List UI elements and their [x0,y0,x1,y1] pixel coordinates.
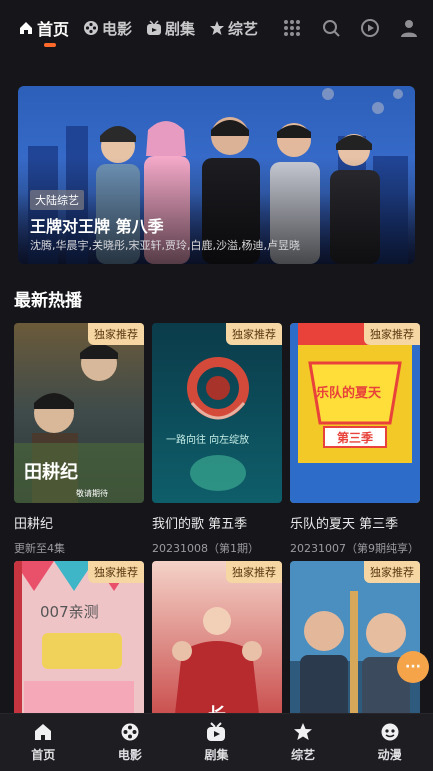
poster-title-text: 一路向往 向左绽放 [166,433,249,446]
exclusive-badge: 独家推荐 [364,323,420,345]
search-icon[interactable] [321,18,341,38]
home-icon [35,724,52,740]
tab-home-label: 首页 [37,20,70,39]
bottom-nav-label: 首页 [31,748,56,762]
banner-category-tag: 大陆综艺 [30,190,84,210]
tv-icon [147,20,162,35]
bottom-nav-label: 动漫 [377,748,402,762]
more-floating-button[interactable]: ··· [397,651,429,683]
tab-series[interactable]: 剧集 [146,0,195,56]
poster-image: 一路向往 向左绽放 独家推荐 [152,323,282,503]
exclusive-badge: 独家推荐 [88,323,144,345]
poster-title-text: 乐队的夏天 [316,385,382,401]
tab-movies[interactable]: 电影 [83,0,132,56]
content-card[interactable]: 田耕纪 敬请期待 独家推荐 田耕纪 更新至4集 [14,323,144,556]
banner-subtitle: 沈腾,华晨宇,关晓彤,宋亚轩,贾玲,白鹿,沙溢,杨迪,卢昱晓 [30,239,300,252]
tab-variety-label: 综艺 [228,19,259,38]
content-card[interactable]: 一路向往 向左绽放 独家推荐 我们的歌 第五季 20231008（第1期） [152,323,282,556]
poster-caption-text: 敬请期待 [76,488,108,498]
card-title: 乐队的夏天 第三季 [290,517,399,532]
bottom-navigation: 首页 电影 剧集 综艺 动漫 [0,713,433,771]
grid-menu-icon[interactable] [282,18,302,38]
card-title: 我们的歌 第五季 [152,517,248,532]
bottom-nav-anime[interactable]: 动漫 [355,714,425,771]
star-icon [210,21,225,35]
poster-image: 田耕纪 敬请期待 独家推荐 [14,323,144,503]
bottom-nav-label: 综艺 [291,748,316,762]
poster-title-text: 007亲测 [40,603,99,621]
card-subtitle: 更新至4集 [14,542,65,555]
top-icon-group [263,0,419,56]
film-reel-icon [84,21,99,35]
user-icon[interactable] [399,18,419,38]
hero-banner[interactable]: 大陆综艺 王牌对王牌 第八季 沈腾,华晨宇,关晓彤,宋亚轩,贾玲,白鹿,沙溢,杨… [18,86,415,264]
exclusive-badge: 独家推荐 [226,323,282,345]
bottom-nav-variety[interactable]: 综艺 [268,714,338,771]
poster-image: 乐队的夏天 第三季 独家推荐 [290,323,420,503]
bottom-nav-series[interactable]: 剧集 [181,714,251,771]
content-card[interactable]: 乐队的夏天 第三季 独家推荐 乐队的夏天 第三季 20231007（第9期纯享） [290,323,420,556]
anime-face-icon [381,723,399,741]
poster-title-text: 田耕纪 [24,461,78,483]
poster-caption-text: 第三季 [337,430,374,445]
film-reel-icon [121,723,139,741]
bottom-nav-movies[interactable]: 电影 [95,714,165,771]
banner-title: 王牌对王牌 第八季 [30,217,164,236]
tv-icon [207,722,226,741]
bottom-nav-label: 剧集 [204,748,229,762]
card-title: 田耕纪 [14,517,54,532]
tab-home[interactable]: 首页 [18,0,69,56]
star-icon [294,723,313,740]
exclusive-badge: 独家推荐 [364,561,420,583]
card-subtitle: 20231007（第9期纯享） [290,542,419,555]
play-history-icon[interactable] [360,18,380,38]
section-title: 最新热播 [14,291,82,311]
exclusive-badge: 独家推荐 [226,561,282,583]
tab-variety[interactable]: 综艺 [209,0,258,56]
bottom-nav-label: 电影 [117,748,142,762]
card-subtitle: 20231008（第1期） [152,542,259,555]
top-navigation: 首页 电影 剧集 综艺 [0,0,433,56]
tab-movies-label: 电影 [102,19,133,38]
home-icon [20,22,32,34]
bottom-nav-home[interactable]: 首页 [8,714,78,771]
exclusive-badge: 独家推荐 [88,561,144,583]
tab-series-label: 剧集 [165,19,196,38]
